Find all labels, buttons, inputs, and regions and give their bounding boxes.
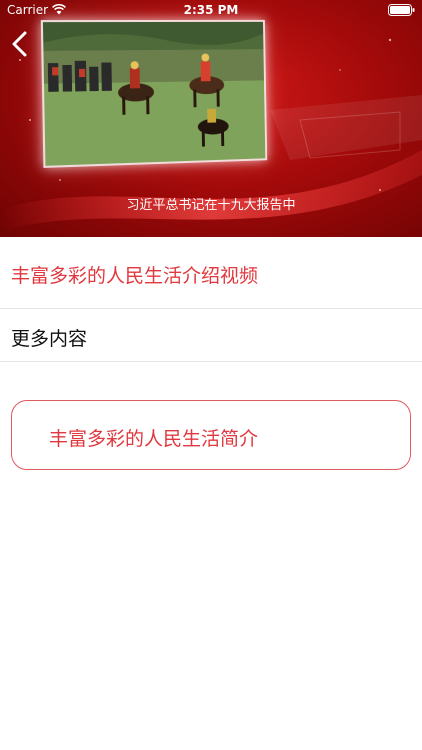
banner-caption: 习近平总书记在十九大报告中 bbox=[126, 198, 296, 213]
battery-icon bbox=[388, 4, 415, 16]
more-content-label: 更多内容 bbox=[11, 328, 88, 350]
video-section-header: 丰富多彩的人民生活介绍视频 bbox=[0, 237, 422, 309]
status-bar: Carrier 2:35 PM bbox=[0, 0, 422, 22]
festival-photo bbox=[40, 19, 268, 168]
video-section-title: 丰富多彩的人民生活介绍视频 bbox=[11, 265, 259, 287]
header-banner: Carrier 2:35 PM 习近平总书记在十九大报告中 bbox=[0, 0, 422, 237]
chevron-left-icon[interactable] bbox=[8, 30, 32, 58]
more-content-row[interactable]: 更多内容 bbox=[0, 310, 422, 362]
status-time: 2:35 PM bbox=[183, 3, 239, 17]
intro-button-label: 丰富多彩的人民生活简介 bbox=[49, 428, 259, 450]
intro-button[interactable]: 丰富多彩的人民生活简介 bbox=[11, 400, 411, 470]
